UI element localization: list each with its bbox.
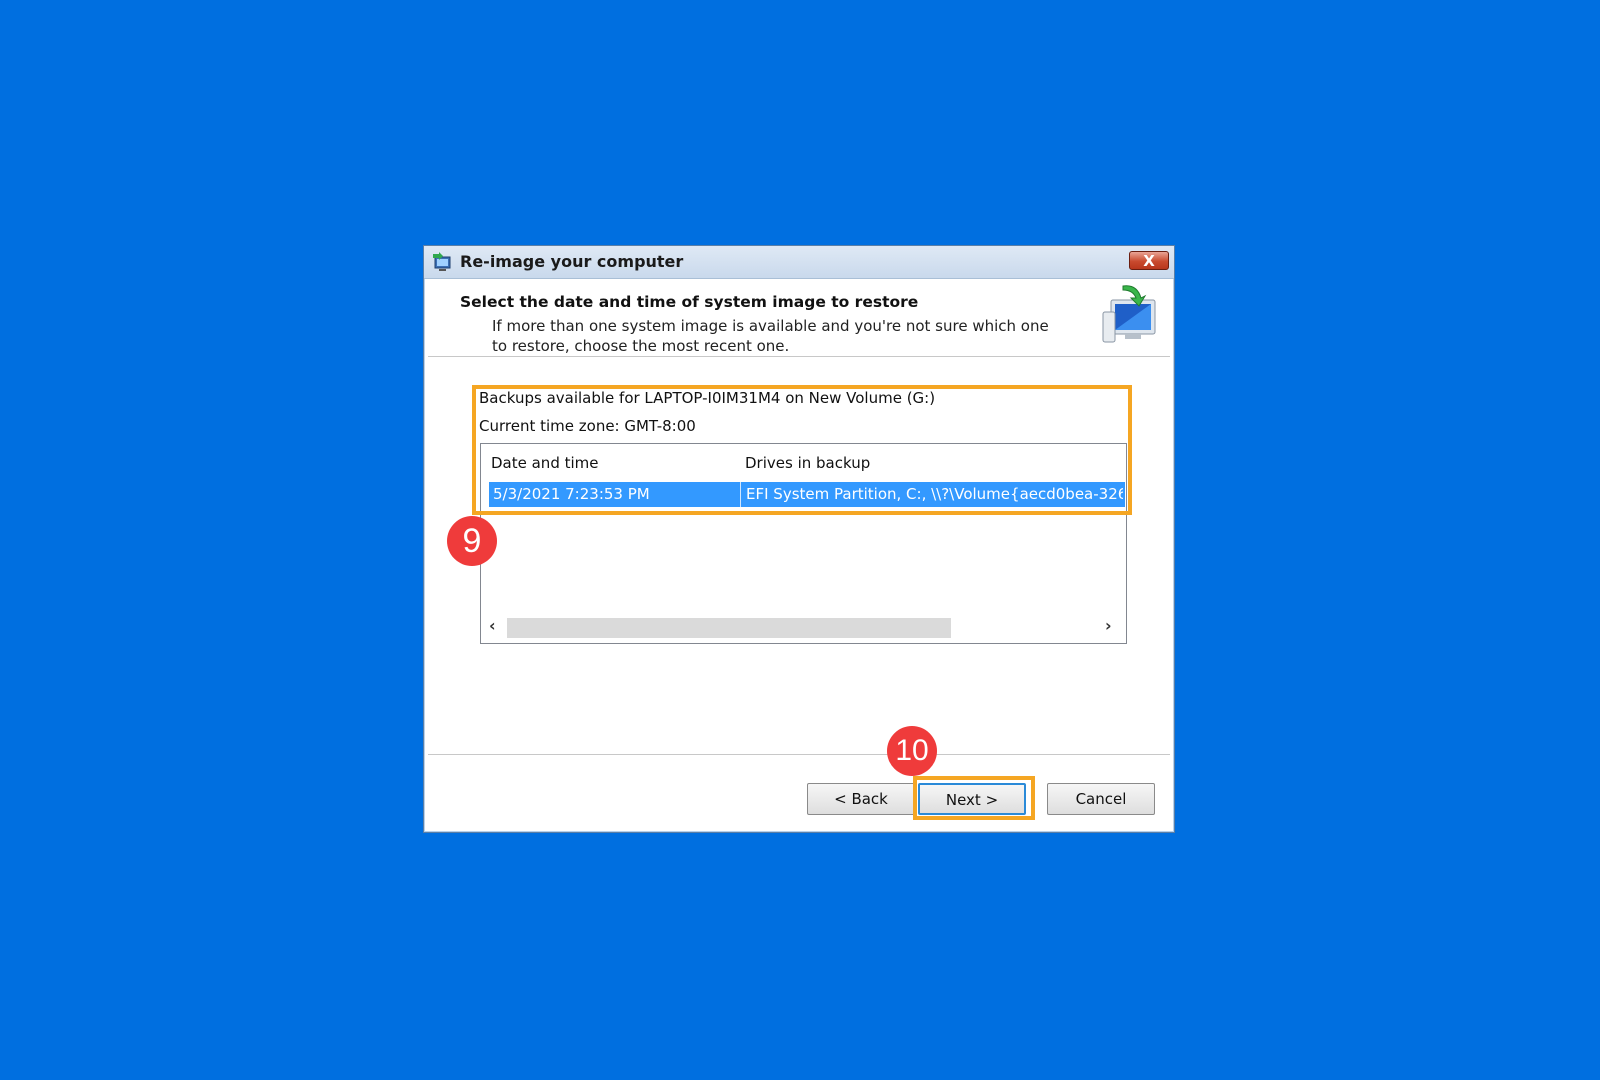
scroll-left-icon[interactable]: ‹ bbox=[489, 616, 496, 635]
page-title: Select the date and time of system image… bbox=[460, 293, 919, 311]
close-button[interactable]: X bbox=[1129, 251, 1169, 270]
system-restore-icon bbox=[433, 252, 451, 271]
title-bar[interactable]: Re-image your computer X bbox=[424, 246, 1174, 279]
close-icon: X bbox=[1143, 252, 1155, 270]
footer-divider bbox=[428, 754, 1170, 755]
step-9-badge: 9 bbox=[447, 516, 497, 566]
page-description: If more than one system image is availab… bbox=[492, 317, 1049, 355]
window-title: Re-image your computer bbox=[460, 252, 684, 271]
step-10-highlight bbox=[913, 776, 1035, 820]
cancel-button[interactable]: Cancel bbox=[1047, 783, 1155, 815]
back-button[interactable]: < Back bbox=[807, 783, 915, 815]
re-image-dialog: Re-image your computer X Select the date… bbox=[423, 245, 1175, 833]
step-9-highlight bbox=[472, 385, 1132, 515]
header-divider bbox=[428, 356, 1170, 357]
computer-restore-icon bbox=[1102, 285, 1156, 343]
horizontal-scrollbar-thumb[interactable] bbox=[507, 618, 951, 638]
step-10-badge: 10 bbox=[887, 726, 937, 776]
scroll-right-icon[interactable]: › bbox=[1105, 616, 1112, 635]
